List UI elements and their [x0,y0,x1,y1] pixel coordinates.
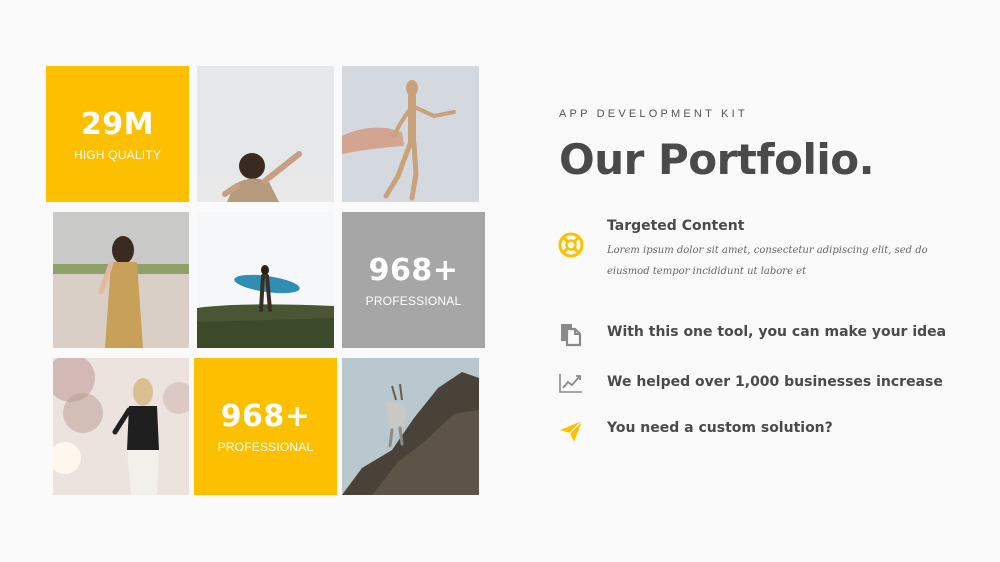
photo-goat-cliff [342,358,479,495]
lifebuoy-icon [558,232,584,258]
section-kicker: APP DEVELOPMENT KIT [559,108,748,120]
feature-description: Lorem ipsum dolor sit amet, consectetur … [607,245,928,277]
photo-woman-blossoms [53,358,189,495]
stat-value: 968+ [220,399,311,434]
stat-label: PROFESSIONAL [217,440,314,454]
paper-plane-icon [558,418,584,444]
stat-tile-high-quality: 29M HIGH QUALITY [46,66,189,202]
line-chart-icon [558,370,584,396]
feature-title: You need a custom solution? [607,420,833,436]
stat-label: PROFESSIONAL [365,293,462,308]
stat-tile-professional-yellow: 968+ PROFESSIONAL [194,358,337,495]
photo-woman-yellow-dress [53,212,189,348]
feature-title: We helped over 1,000 businesses increase [607,374,943,390]
photo-surfer-field [197,212,334,348]
feature-title: Targeted Content [607,218,745,234]
feature-title: With this one tool, you can make your id… [607,324,947,340]
photo-wooden-mannequin [342,66,479,202]
documents-icon [558,321,584,347]
stat-label: HIGH QUALITY [73,147,162,162]
page-title: Our Portfolio. [559,135,875,184]
stat-tile-professional-grey: 968+ PROFESSIONAL [342,212,485,348]
stat-value: 968+ [368,252,459,288]
stat-value: 29M [80,106,155,142]
photo-person-arms-raised [197,66,334,202]
